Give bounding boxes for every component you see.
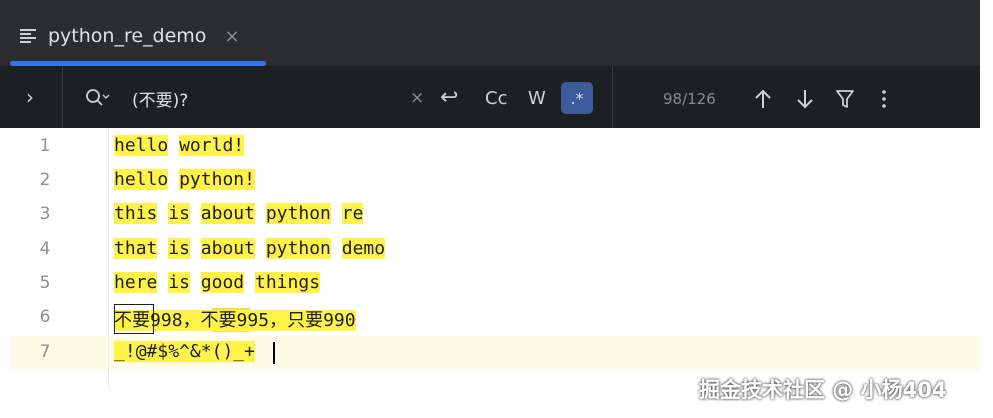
more-options-icon[interactable] [879, 88, 889, 110]
regex-toggle[interactable]: .* [561, 82, 593, 114]
line-number: 4 [39, 239, 51, 259]
line-number: 6 [39, 307, 51, 327]
gutter-divider [108, 128, 109, 390]
tab-title: python_re_demo [48, 25, 207, 47]
lines-icon [20, 29, 36, 43]
code-line[interactable]: here is good things [114, 272, 321, 293]
code-line[interactable]: hello python! [114, 169, 255, 190]
previous-occurrence-icon[interactable] [753, 88, 773, 110]
match-count: 98/126 [663, 90, 716, 108]
expand-replace-icon[interactable]: › [26, 85, 34, 109]
code-line[interactable]: _!@#$%^&*()_+ [114, 341, 255, 362]
divider [62, 67, 63, 128]
next-occurrence-icon[interactable] [795, 88, 815, 110]
current-match-box [114, 304, 154, 334]
line-number: 3 [39, 204, 51, 224]
clear-icon[interactable]: × [410, 88, 424, 108]
new-line-toggle[interactable]: ↩ [440, 85, 458, 110]
code-line[interactable]: hello world! [114, 135, 245, 156]
close-icon[interactable]: × [224, 26, 239, 47]
divider [612, 67, 613, 128]
watermark: 掘金技术社区 @ 小杨404 [699, 378, 947, 402]
line-number: 2 [39, 170, 51, 190]
line-number: 5 [39, 273, 51, 293]
search-input[interactable]: (不要)? [132, 86, 188, 111]
match-case-toggle[interactable]: Cc [485, 88, 507, 109]
file-tab[interactable]: python_re_demo × [20, 16, 240, 56]
line-number: 1 [39, 136, 51, 156]
words-toggle[interactable]: W [528, 88, 546, 109]
text-caret [273, 342, 275, 364]
editor-tab-bar: python_re_demo × [0, 0, 980, 66]
right-margin [980, 0, 993, 418]
line-number: 7 [39, 342, 51, 362]
filter-icon[interactable] [835, 88, 855, 110]
code-line[interactable]: this is about python re [114, 203, 364, 224]
code-line[interactable]: that is about python demo [114, 238, 386, 259]
search-history-icon[interactable] [84, 87, 110, 111]
ide-window: python_re_demo × › (不要)? × ↩ Cc W .* 98/… [0, 0, 993, 418]
find-bar: › (不要)? × ↩ Cc W .* 98/126 [0, 67, 980, 128]
